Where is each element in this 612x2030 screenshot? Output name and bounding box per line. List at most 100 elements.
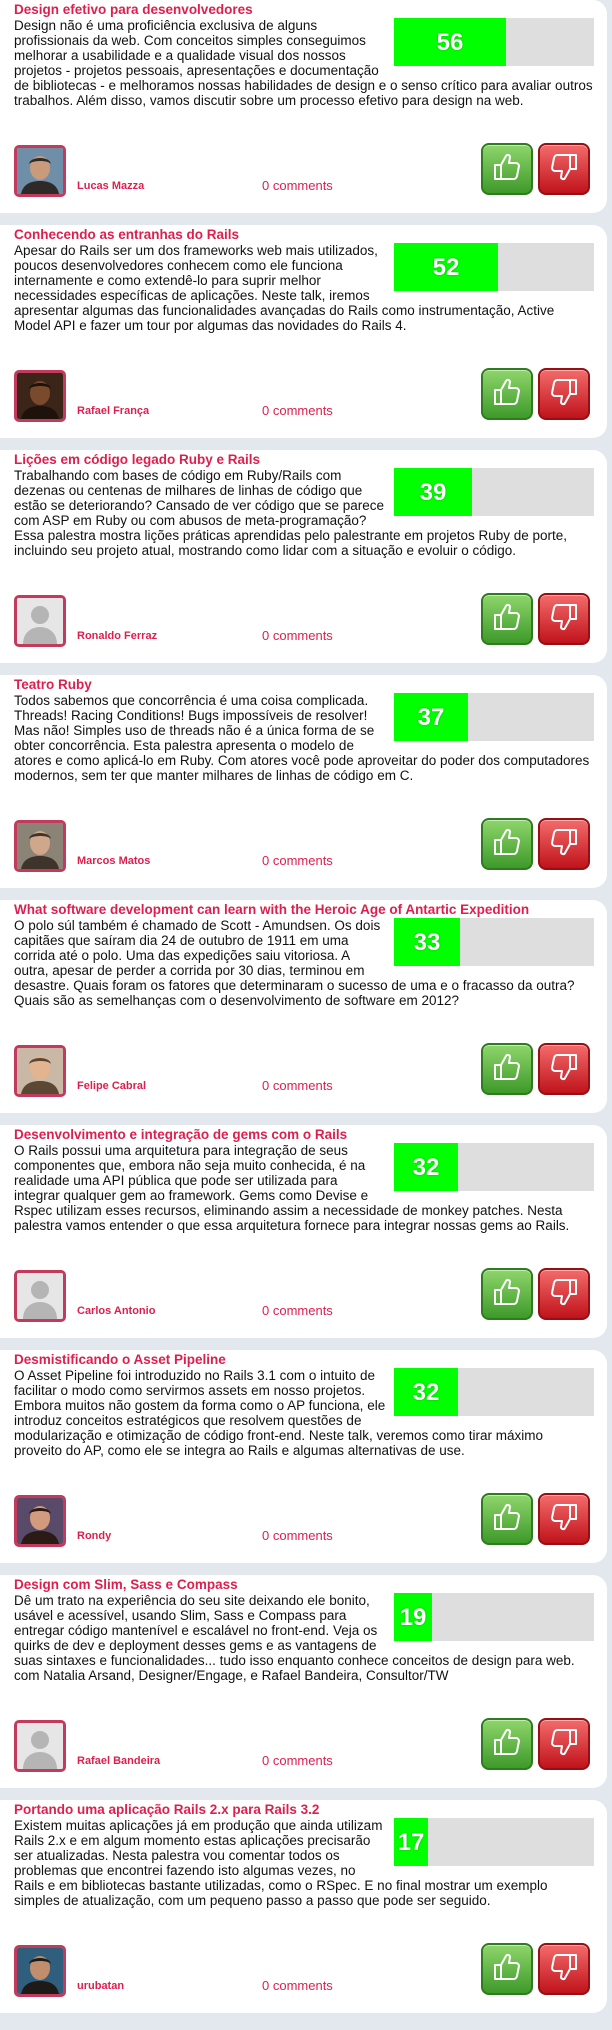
talk-description-block: 39 Trabalhando com bases de código em Ru… [14, 468, 594, 588]
avatar[interactable] [14, 1270, 66, 1322]
thumbs-up-icon [491, 601, 523, 638]
comments-link[interactable]: 0 comments [262, 1753, 333, 1768]
avatar[interactable] [14, 820, 66, 872]
author-name[interactable]: Carlos Antonio [77, 1305, 155, 1317]
author-name[interactable]: Rafael Bandeira [77, 1755, 160, 1767]
thumbs-up-icon [491, 1726, 523, 1763]
thumbs-up-icon [491, 151, 523, 188]
author-name[interactable]: Lucas Mazza [77, 180, 144, 192]
talk-card: Teatro Ruby 37 Todos sabemos que concorr… [0, 675, 607, 888]
talk-description-block: 56 Design não é uma proficiência exclusi… [14, 18, 594, 138]
score-value: 19 [399, 1603, 427, 1631]
talk-card: Design efetivo para desenvolvedores 56 D… [0, 0, 607, 213]
talk-title[interactable]: Desenvolvimento e integração de gems com… [14, 1127, 594, 1143]
comments-link[interactable]: 0 comments [262, 1528, 333, 1543]
talk-card: Desenvolvimento e integração de gems com… [0, 1125, 607, 1338]
score-value: 39 [419, 478, 447, 506]
vote-down-button[interactable] [538, 143, 590, 195]
talk-title[interactable]: Desmistificando o Asset Pipeline [14, 1352, 594, 1368]
score-bar: 32 [394, 1368, 594, 1416]
vote-down-button[interactable] [538, 1718, 590, 1770]
talk-title[interactable]: Teatro Ruby [14, 677, 594, 693]
talk-title[interactable]: Lições em código legado Ruby e Rails [14, 452, 594, 468]
thumbs-down-icon [548, 826, 580, 863]
thumbs-down-icon [548, 1726, 580, 1763]
talk-title[interactable]: Portando uma aplicação Rails 2.x para Ra… [14, 1802, 594, 1818]
score-value: 52 [432, 253, 460, 281]
score-bar: 33 [394, 918, 594, 966]
talk-card: What software development can learn with… [0, 900, 607, 1113]
score-value: 17 [397, 1828, 425, 1856]
talk-title[interactable]: Conhecendo as entranhas do Rails [14, 227, 594, 243]
avatar[interactable] [14, 145, 66, 197]
vote-down-button[interactable] [538, 1268, 590, 1320]
vote-down-button[interactable] [538, 1493, 590, 1545]
score-value: 56 [436, 28, 464, 56]
thumbs-up-icon [491, 1276, 523, 1313]
thumbs-down-icon [548, 601, 580, 638]
score-value: 32 [412, 1153, 440, 1181]
talk-description-block: 19 Dê um trato na experiência do seu sit… [14, 1593, 594, 1713]
avatar[interactable] [14, 595, 66, 647]
avatar[interactable] [14, 1945, 66, 1997]
talk-title[interactable]: What software development can learn with… [14, 902, 594, 918]
vote-up-button[interactable] [481, 818, 533, 870]
vote-down-button[interactable] [538, 368, 590, 420]
talk-card: Portando uma aplicação Rails 2.x para Ra… [0, 1800, 607, 2013]
comments-link[interactable]: 0 comments [262, 1978, 333, 1993]
avatar[interactable] [14, 370, 66, 422]
talk-title[interactable]: Design com Slim, Sass e Compass [14, 1577, 594, 1593]
author-name[interactable]: Marcos Matos [77, 855, 150, 867]
avatar[interactable] [14, 1720, 66, 1772]
talk-card: Design com Slim, Sass e Compass 19 Dê um… [0, 1575, 607, 1788]
score-bar: 32 [394, 1143, 594, 1191]
vote-down-button[interactable] [538, 1943, 590, 1995]
comments-link[interactable]: 0 comments [262, 853, 333, 868]
score-bar: 19 [394, 1593, 594, 1641]
vote-up-button[interactable] [481, 1718, 533, 1770]
thumbs-down-icon [548, 1276, 580, 1313]
talk-description-block: 17 Existem muitas aplicações já em produ… [14, 1818, 594, 1938]
talk-card: Conhecendo as entranhas do Rails 52 Apes… [0, 225, 607, 438]
vote-down-button[interactable] [538, 818, 590, 870]
thumbs-up-icon [491, 1501, 523, 1538]
vote-up-button[interactable] [481, 1943, 533, 1995]
vote-down-button[interactable] [538, 593, 590, 645]
vote-up-button[interactable] [481, 593, 533, 645]
vote-up-button[interactable] [481, 1493, 533, 1545]
thumbs-down-icon [548, 1951, 580, 1988]
avatar[interactable] [14, 1045, 66, 1097]
comments-link[interactable]: 0 comments [262, 178, 333, 193]
avatar[interactable] [14, 1495, 66, 1547]
author-name[interactable]: Felipe Cabral [77, 1080, 146, 1092]
score-bar: 39 [394, 468, 594, 516]
score-value: 37 [417, 703, 445, 731]
vote-down-button[interactable] [538, 1043, 590, 1095]
score-value: 32 [412, 1378, 440, 1406]
author-name[interactable]: Ronaldo Ferraz [77, 630, 157, 642]
vote-up-button[interactable] [481, 368, 533, 420]
comments-link[interactable]: 0 comments [262, 403, 333, 418]
talk-title[interactable]: Design efetivo para desenvolvedores [14, 2, 594, 18]
comments-link[interactable]: 0 comments [262, 628, 333, 643]
talk-description-block: 52 Apesar do Rails ser um dos frameworks… [14, 243, 594, 363]
talk-description-block: 32 O Asset Pipeline foi introduzido no R… [14, 1368, 594, 1488]
score-bar: 37 [394, 693, 594, 741]
thumbs-up-icon [491, 1051, 523, 1088]
author-name[interactable]: Rafael França [77, 405, 149, 417]
comments-link[interactable]: 0 comments [262, 1303, 333, 1318]
score-bar: 52 [394, 243, 594, 291]
thumbs-up-icon [491, 376, 523, 413]
thumbs-down-icon [548, 1501, 580, 1538]
author-name[interactable]: Rondy [77, 1530, 111, 1542]
author-name[interactable]: urubatan [77, 1980, 124, 1992]
vote-up-button[interactable] [481, 1043, 533, 1095]
comments-link[interactable]: 0 comments [262, 1078, 333, 1093]
talk-description-block: 37 Todos sabemos que concorrência é uma … [14, 693, 594, 813]
thumbs-up-icon [491, 1951, 523, 1988]
thumbs-down-icon [548, 1051, 580, 1088]
score-bar: 56 [394, 18, 594, 66]
talk-description-block: 32 O Rails possui uma arquitetura para i… [14, 1143, 594, 1263]
vote-up-button[interactable] [481, 1268, 533, 1320]
vote-up-button[interactable] [481, 143, 533, 195]
